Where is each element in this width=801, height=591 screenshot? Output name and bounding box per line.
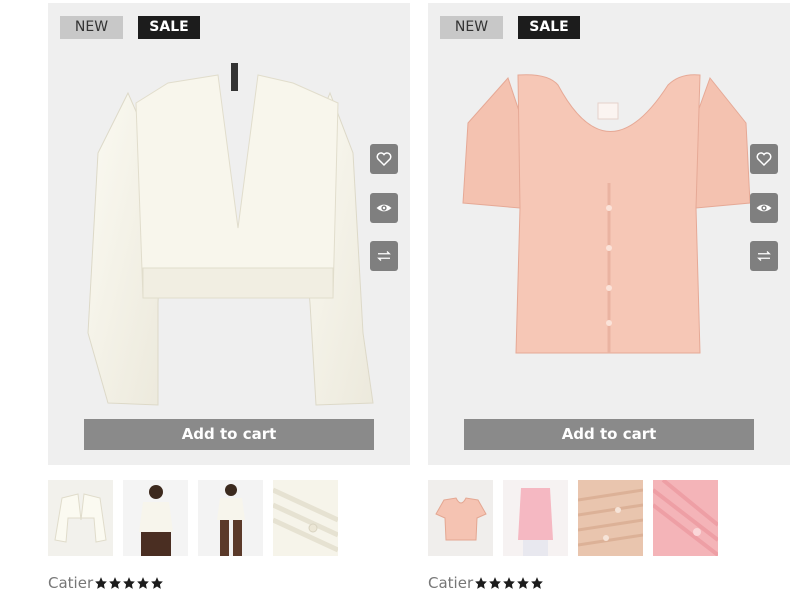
compare-button[interactable] — [750, 241, 778, 271]
add-to-cart-button[interactable]: Add to cart — [464, 419, 754, 450]
star-icon — [489, 577, 501, 589]
eye-icon — [756, 204, 772, 212]
product-meta: Catier — [48, 573, 410, 591]
star-icon — [123, 577, 135, 589]
star-icon — [109, 577, 121, 589]
star-icon — [151, 577, 163, 589]
eye-icon — [376, 204, 392, 212]
new-badge: NEW — [440, 16, 503, 39]
star-icon — [137, 577, 149, 589]
wishlist-button[interactable] — [370, 144, 398, 174]
star-icon — [503, 577, 515, 589]
thumbnail[interactable] — [123, 480, 188, 556]
rating-stars — [474, 576, 544, 590]
quickview-button[interactable] — [370, 193, 398, 223]
heart-icon — [756, 152, 772, 167]
star-icon — [475, 577, 487, 589]
thumbnail[interactable] — [48, 480, 113, 556]
thumbnail[interactable] — [503, 480, 568, 556]
product-card: NEW SALE Add to cart Catier — [428, 3, 790, 591]
thumbnail-strip — [48, 480, 410, 556]
product-image-white-cardigan[interactable] — [48, 3, 410, 465]
thumbnail[interactable] — [428, 480, 493, 556]
compare-arrows-icon — [757, 251, 771, 261]
product-image-container[interactable]: NEW SALE Add to cart — [48, 3, 410, 465]
product-grid: NEW SALE Add to cart Catier NEW SALE Add… — [0, 0, 801, 591]
sale-badge: SALE — [518, 16, 580, 39]
add-to-cart-button[interactable]: Add to cart — [84, 419, 374, 450]
product-image-container[interactable]: NEW SALE Add to cart — [428, 3, 790, 465]
sale-badge: SALE — [138, 16, 200, 39]
product-image-pink-top[interactable] — [428, 3, 790, 465]
star-icon — [531, 577, 543, 589]
thumbnail[interactable] — [653, 480, 718, 556]
brand-name[interactable]: Catier — [428, 574, 473, 591]
product-card: NEW SALE Add to cart Catier — [48, 3, 410, 591]
rating-stars — [94, 576, 164, 590]
thumbnail[interactable] — [273, 480, 338, 556]
wishlist-button[interactable] — [750, 144, 778, 174]
heart-icon — [376, 152, 392, 167]
star-icon — [95, 577, 107, 589]
thumbnail[interactable] — [578, 480, 643, 556]
quickview-button[interactable] — [750, 193, 778, 223]
product-meta: Catier — [428, 573, 790, 591]
new-badge: NEW — [60, 16, 123, 39]
compare-arrows-icon — [377, 251, 391, 261]
compare-button[interactable] — [370, 241, 398, 271]
thumbnail-strip — [428, 480, 790, 556]
brand-name[interactable]: Catier — [48, 574, 93, 591]
star-icon — [517, 577, 529, 589]
thumbnail[interactable] — [198, 480, 263, 556]
